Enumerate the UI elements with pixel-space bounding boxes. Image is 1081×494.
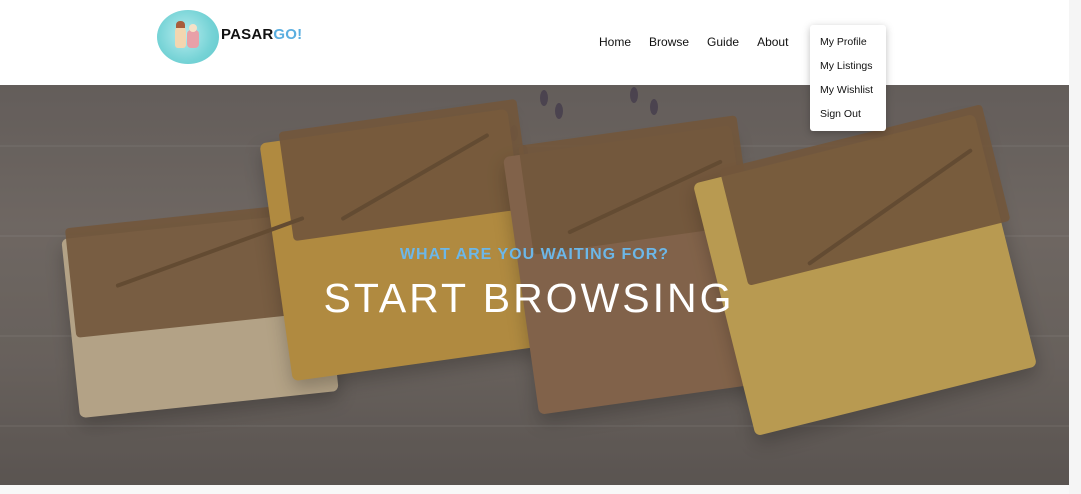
page-bottom-divider (0, 485, 1069, 494)
site-header: PASARGO! Home Browse Guide About (0, 0, 1069, 85)
nav-home[interactable]: Home (599, 35, 631, 49)
pasargo-mascot-logo-icon (157, 10, 219, 64)
main-nav: Home Browse Guide About (599, 35, 806, 49)
page-scrollbar[interactable] (1069, 0, 1081, 494)
hero-banner: WHAT ARE YOU WAITING FOR? START BROWSING (0, 85, 1069, 485)
brand-name-part1: PASAR (221, 25, 274, 43)
menu-item-my-wishlist[interactable]: My Wishlist (810, 84, 886, 108)
menu-item-my-listings[interactable]: My Listings (810, 60, 886, 84)
nav-guide[interactable]: Guide (707, 35, 739, 49)
hero-subtitle: WHAT ARE YOU WAITING FOR? (399, 246, 670, 263)
hero-title: START BROWSING (323, 275, 735, 321)
menu-item-my-profile[interactable]: My Profile (810, 36, 886, 60)
account-dropdown-menu: My Profile My Listings My Wishlist Sign … (810, 25, 886, 131)
nav-about[interactable]: About (757, 35, 788, 49)
logo-link[interactable]: PASARGO! (157, 10, 302, 64)
nav-browse[interactable]: Browse (649, 35, 689, 49)
brand-name-part2: GO! (273, 25, 303, 43)
brand-name: PASARGO! (221, 26, 302, 43)
menu-item-sign-out[interactable]: Sign Out (810, 108, 886, 132)
